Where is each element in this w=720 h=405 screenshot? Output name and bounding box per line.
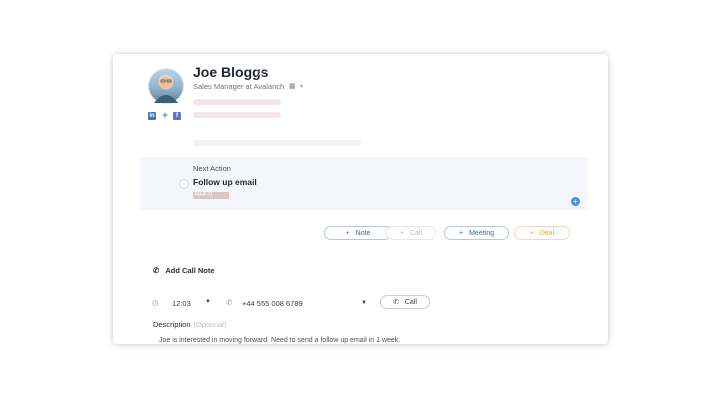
due-date-tag: MAR 01 xyxy=(193,192,229,199)
complete-checkbox[interactable] xyxy=(179,179,189,189)
blurred-detail xyxy=(193,140,361,146)
avatar-portrait xyxy=(154,75,178,103)
blurred-detail xyxy=(193,99,281,105)
next-action-title[interactable]: Follow up email xyxy=(193,177,257,187)
plus-icon: + xyxy=(399,230,405,237)
add-call-note-heading: ✆ Add Call Note xyxy=(153,266,215,275)
clock-icon: ◷ xyxy=(152,298,159,307)
chevron-down-icon[interactable]: ▼ xyxy=(205,299,211,305)
description-field[interactable]: Joe is interested in moving forward. Nee… xyxy=(159,337,400,344)
call-button[interactable]: ✆ Call xyxy=(380,295,430,309)
phone-icon: ✆ xyxy=(153,266,160,275)
plus-icon: + xyxy=(529,230,534,237)
star-icon[interactable]: ☆ xyxy=(256,66,266,79)
add-deal-button[interactable]: + Deal xyxy=(514,226,570,240)
next-action-label: Next Action xyxy=(193,164,231,173)
description-label: Description (Optional) xyxy=(153,320,227,329)
add-icon[interactable]: + xyxy=(571,197,580,206)
plus-icon: + xyxy=(345,230,350,237)
time-select[interactable]: 12:03 xyxy=(172,299,191,308)
phone-icon: ✆ xyxy=(393,299,399,306)
linkedin-icon[interactable]: in xyxy=(148,112,156,120)
building-icon[interactable]: ▦ xyxy=(289,82,296,90)
contact-card: Joe Bloggs ☆ Sales Manager at Avalanch ▦… xyxy=(113,54,608,344)
twitter-icon[interactable]: ✦ xyxy=(161,112,169,120)
contact-subtitle: Sales Manager at Avalanch xyxy=(193,82,285,91)
phone-icon: ✆ xyxy=(226,298,233,307)
add-call-button[interactable]: + Call xyxy=(386,226,436,240)
avatar[interactable] xyxy=(148,68,184,104)
add-note-button[interactable]: + Note xyxy=(324,226,392,240)
chevron-down-icon[interactable]: ▾ xyxy=(300,83,303,90)
blurred-detail xyxy=(193,112,281,118)
phone-select[interactable]: +44 555 008 6789 xyxy=(242,299,303,308)
next-action-panel: Next Action Follow up email MAR 01 + xyxy=(140,157,588,210)
chevron-down-icon[interactable]: ▼ xyxy=(361,300,367,306)
facebook-icon[interactable]: f xyxy=(173,112,181,120)
plus-icon: + xyxy=(459,230,464,237)
add-meeting-button[interactable]: + Meeting xyxy=(444,226,509,240)
